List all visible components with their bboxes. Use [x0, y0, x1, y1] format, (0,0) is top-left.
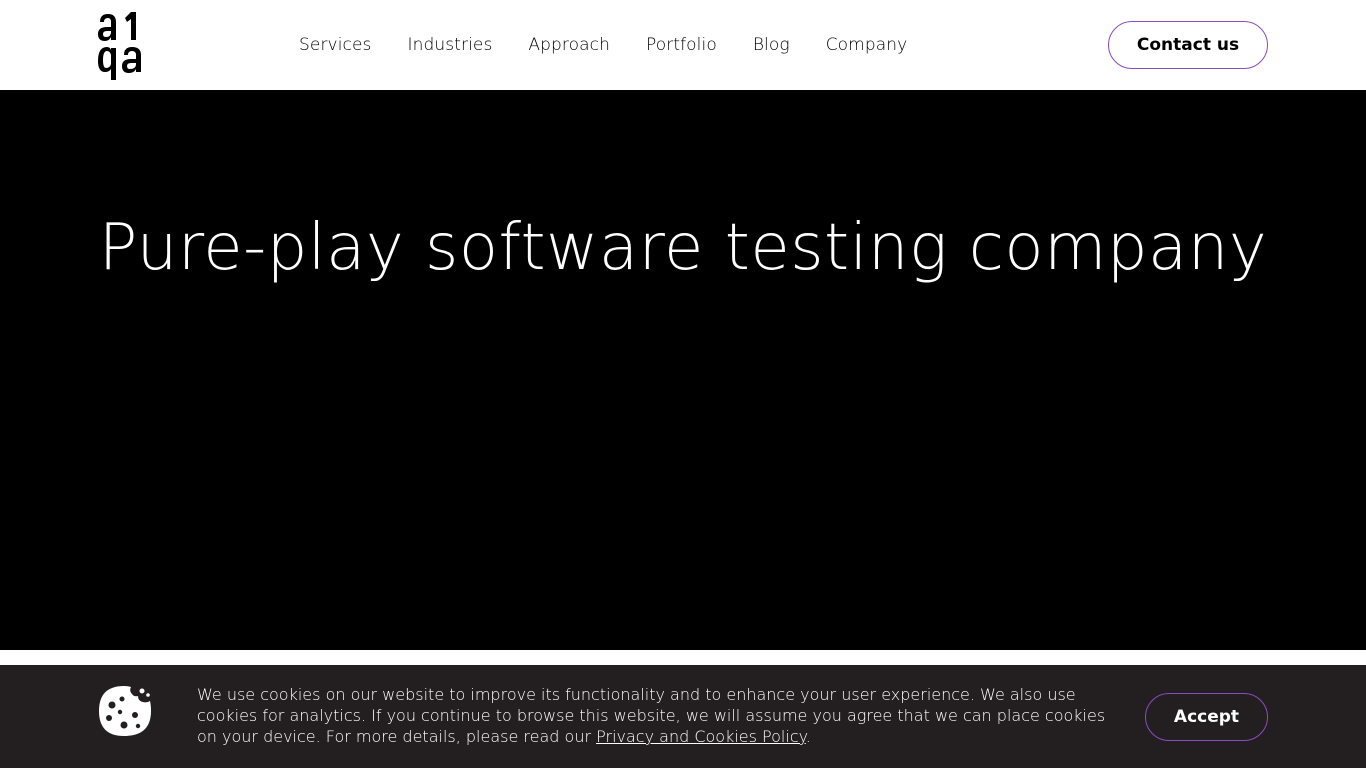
nav-item-portfolio[interactable]: Portfolio [646, 35, 717, 55]
nav-item-company[interactable]: Company [826, 35, 908, 55]
cookie-banner: We use cookies on our website to improve… [0, 665, 1366, 768]
cookie-icon [99, 686, 151, 736]
cookie-message: We use cookies on our website to improve… [197, 684, 1107, 747]
cookie-message-end: . [805, 727, 811, 746]
nav-item-services[interactable]: Services [299, 35, 372, 55]
hero-section: Pure-play software testing company [0, 90, 1366, 650]
site-header: Services Industries Approach Portfolio B… [0, 0, 1366, 90]
a1qa-logo[interactable] [97, 10, 145, 82]
main-nav: Services Industries Approach Portfolio B… [299, 0, 907, 90]
nav-item-industries[interactable]: Industries [408, 35, 493, 55]
privacy-policy-link[interactable]: Privacy and Cookies Policy [596, 727, 806, 746]
nav-item-approach[interactable]: Approach [528, 35, 610, 55]
accept-cookies-button[interactable]: Accept [1145, 693, 1268, 741]
contact-us-button[interactable]: Contact us [1108, 21, 1268, 69]
nav-item-blog[interactable]: Blog [753, 35, 790, 55]
hero-title: Pure-play software testing company [98, 211, 1268, 285]
